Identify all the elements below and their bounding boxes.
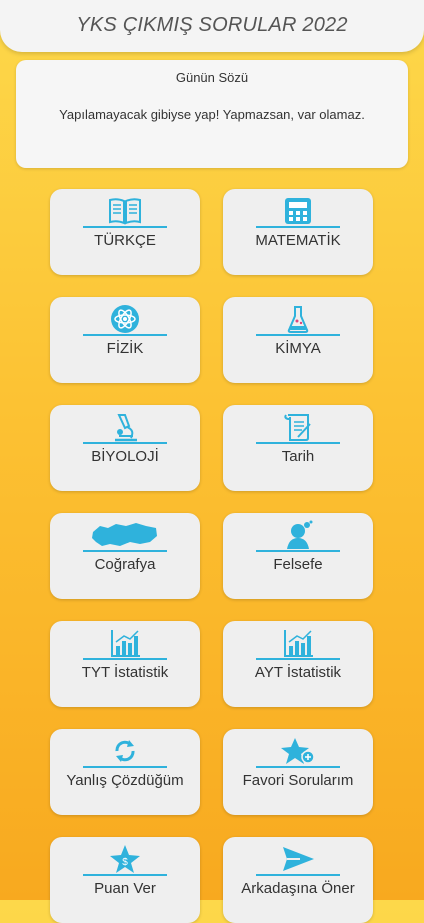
divider [256, 766, 340, 768]
divider [83, 658, 167, 660]
button-label: TÜRKÇE [94, 232, 156, 249]
button-label: Arkadaşına Öner [241, 880, 355, 897]
tyt-istatistik-button[interactable]: TYT İstatistik [50, 621, 200, 707]
quote-text: Yapılamayacak gibiyse yap! Yapmazsan, va… [59, 107, 365, 122]
thinker-icon [280, 520, 316, 550]
button-label: AYT İstatistik [254, 664, 342, 681]
divider [83, 442, 167, 444]
kimya-button[interactable]: KİMYA [223, 297, 373, 383]
refresh-icon [107, 736, 143, 766]
ayt-istatistik-button[interactable]: AYT İstatistik [223, 621, 373, 707]
button-label: Felsefe [273, 556, 323, 573]
quote-card: Günün Sözü Yapılamayacak gibiyse yap! Ya… [16, 60, 408, 168]
divider [256, 334, 340, 336]
star-plus-icon [280, 736, 316, 766]
star-dollar-icon: $ [107, 844, 143, 874]
microscope-icon [107, 412, 143, 442]
felsefe-button[interactable]: Felsefe [223, 513, 373, 599]
button-label: Yanlış Çözdüğüm [66, 772, 184, 789]
biyoloji-button[interactable]: BİYOLOJİ [50, 405, 200, 491]
button-label: Puan Ver [94, 880, 156, 897]
turkce-button[interactable]: TÜRKÇE [50, 189, 200, 275]
statistics-chart-icon [107, 628, 143, 658]
yanlis-cozdugum-button[interactable]: Yanlış Çözdüğüm [50, 729, 200, 815]
divider [83, 226, 167, 228]
atom-icon [107, 304, 143, 334]
divider [256, 550, 340, 552]
puan-ver-button[interactable]: $ Puan Ver [50, 837, 200, 923]
button-label: FİZİK [106, 340, 144, 357]
divider [83, 874, 167, 876]
button-label: BİYOLOJİ [91, 448, 159, 465]
divider [256, 226, 340, 228]
fizik-button[interactable]: FİZİK [50, 297, 200, 383]
divider [83, 766, 167, 768]
scroll-icon [280, 412, 316, 442]
button-label: TYT İstatistik [81, 664, 169, 681]
quote-title: Günün Sözü [175, 70, 249, 85]
svg-text:$: $ [122, 857, 128, 868]
divider [83, 334, 167, 336]
cografya-button[interactable]: Coğrafya [50, 513, 200, 599]
favori-sorularim-button[interactable]: Favori Sorularım [223, 729, 373, 815]
button-label: Coğrafya [94, 556, 156, 573]
button-label: Tarih [281, 448, 315, 465]
app-title: YKS ÇIKMIŞ SORULAR 2022 [76, 14, 348, 36]
arkadasina-oner-button[interactable]: Arkadaşına Öner [223, 837, 373, 923]
turkey-map-icon [90, 520, 160, 550]
button-label: MATEMATİK [255, 232, 341, 249]
button-label: KİMYA [275, 340, 321, 357]
divider [256, 442, 340, 444]
statistics-chart-icon [280, 628, 316, 658]
divider [256, 874, 340, 876]
matematik-button[interactable]: MATEMATİK [223, 189, 373, 275]
divider [83, 550, 167, 552]
send-icon [280, 844, 316, 874]
tarih-button[interactable]: Tarih [223, 405, 373, 491]
button-label: Favori Sorularım [242, 772, 354, 789]
calculator-icon [280, 196, 316, 226]
book-icon [107, 196, 143, 226]
flask-icon [280, 304, 316, 334]
divider [256, 658, 340, 660]
app-header: YKS ÇIKMIŞ SORULAR 2022 [0, 0, 424, 52]
